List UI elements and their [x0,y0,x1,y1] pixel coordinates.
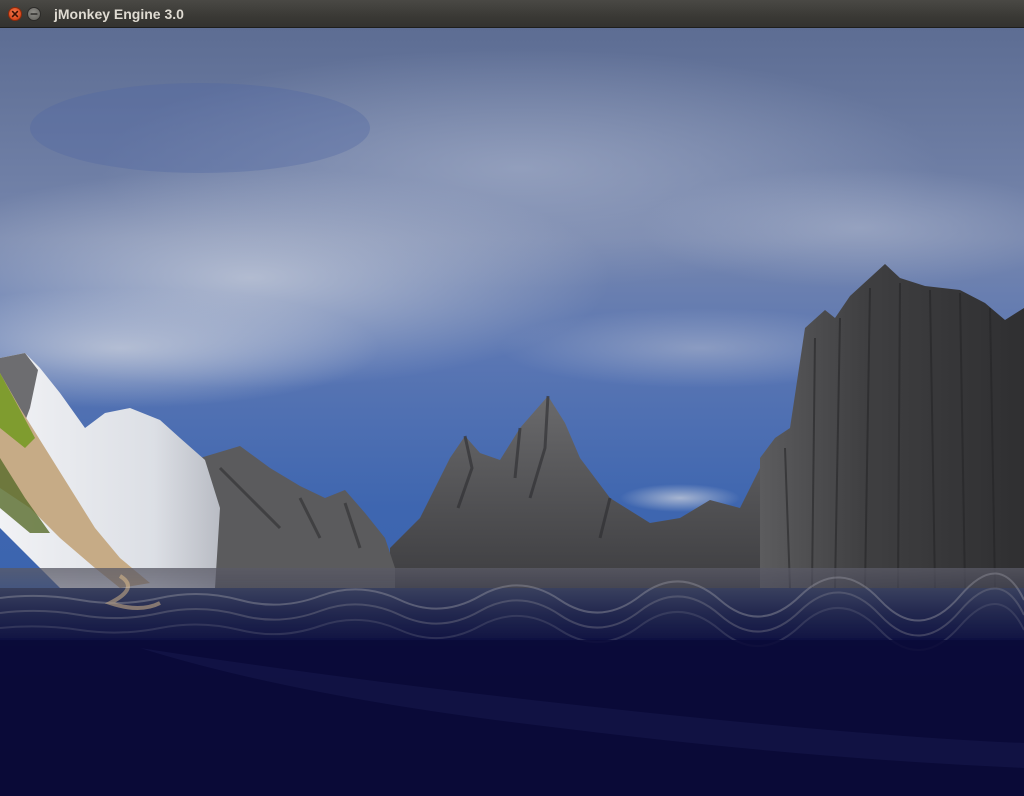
terrain-scene [0,28,1024,796]
minimize-button[interactable] [27,7,41,21]
minimize-icon [30,13,38,15]
title-bar[interactable]: jMonkey Engine 3.0 [0,0,1024,28]
window-title: jMonkey Engine 3.0 [54,6,184,22]
water-reflection [0,568,1024,651]
close-icon [11,10,19,18]
close-button[interactable] [8,7,22,21]
render-viewport[interactable] [0,28,1024,796]
app-window: jMonkey Engine 3.0 [0,0,1024,796]
